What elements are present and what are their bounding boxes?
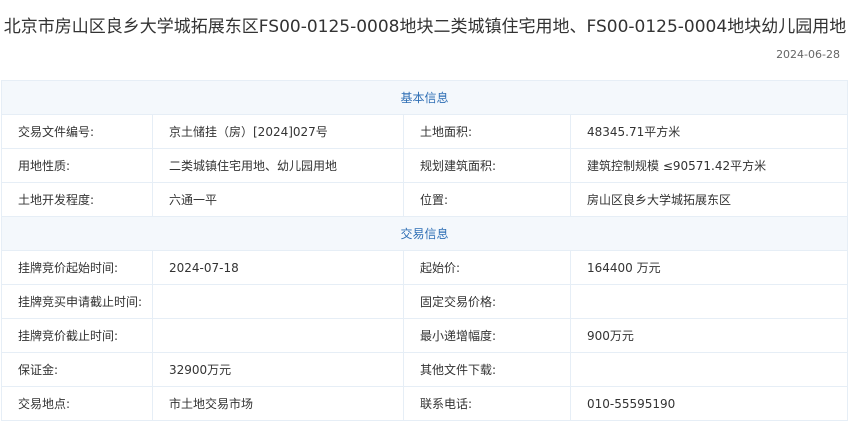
table-row: 交易文件编号: 京土储挂（房）[2024]027号 土地面积: 48345.71… bbox=[1, 114, 849, 149]
field-value: 48345.71平方米 bbox=[569, 114, 849, 149]
field-label: 其他文件下载: bbox=[403, 352, 571, 387]
field-value: 建筑控制规模 ≤90571.42平方米 bbox=[569, 148, 849, 183]
land-info-table: 基本信息 交易文件编号: 京土储挂（房）[2024]027号 土地面积: 483… bbox=[0, 80, 849, 421]
field-value: 32900万元 bbox=[152, 352, 404, 387]
field-value: 房山区良乡大学城拓展东区 bbox=[569, 182, 849, 217]
field-label: 挂牌竞价起始时间: bbox=[1, 250, 153, 285]
field-value: 900万元 bbox=[569, 318, 849, 353]
field-label: 联系电话: bbox=[403, 386, 571, 421]
field-label: 最小递增幅度: bbox=[403, 318, 571, 353]
field-label: 土地开发程度: bbox=[1, 182, 153, 217]
table-row: 挂牌竞买申请截止时间: 固定交易价格: bbox=[1, 284, 849, 319]
field-value: 二类城镇住宅用地、幼儿园用地 bbox=[152, 148, 404, 183]
field-value: 京土储挂（房）[2024]027号 bbox=[152, 114, 404, 149]
field-value: 六通一平 bbox=[152, 182, 404, 217]
field-value: 164400 万元 bbox=[569, 250, 849, 285]
field-value bbox=[152, 318, 404, 353]
publish-date: 2024-06-28 bbox=[776, 48, 840, 61]
field-label: 起始价: bbox=[403, 250, 571, 285]
field-label: 保证金: bbox=[1, 352, 153, 387]
field-label: 土地面积: bbox=[403, 114, 571, 149]
field-label: 交易文件编号: bbox=[1, 114, 153, 149]
field-label: 位置: bbox=[403, 182, 571, 217]
table-row: 用地性质: 二类城镇住宅用地、幼儿园用地 规划建筑面积: 建筑控制规模 ≤905… bbox=[1, 148, 849, 183]
section-title-trade: 交易信息 bbox=[0, 216, 849, 251]
field-value: 2024-07-18 bbox=[152, 250, 404, 285]
field-label: 挂牌竞买申请截止时间: bbox=[1, 284, 153, 319]
field-value: 市土地交易市场 bbox=[152, 386, 404, 421]
field-label: 交易地点: bbox=[1, 386, 153, 421]
section-header-basic: 基本信息 bbox=[0, 80, 849, 115]
field-label: 规划建筑面积: bbox=[403, 148, 571, 183]
section-title-basic: 基本信息 bbox=[0, 80, 849, 115]
table-row: 交易地点: 市土地交易市场 联系电话: 010-55595190 bbox=[1, 386, 849, 421]
field-value bbox=[569, 284, 849, 319]
table-row: 挂牌竞价截止时间: 最小递增幅度: 900万元 bbox=[1, 318, 849, 353]
field-label: 固定交易价格: bbox=[403, 284, 571, 319]
field-value bbox=[569, 352, 849, 387]
table-row: 保证金: 32900万元 其他文件下载: bbox=[1, 352, 849, 387]
section-header-trade: 交易信息 bbox=[0, 216, 849, 251]
field-value bbox=[152, 284, 404, 319]
page-title: 北京市房山区良乡大学城拓展东区FS00-0125-0008地块二类城镇住宅用地、… bbox=[3, 17, 847, 37]
field-label: 挂牌竞价截止时间: bbox=[1, 318, 153, 353]
field-label: 用地性质: bbox=[1, 148, 153, 183]
field-value: 010-55595190 bbox=[569, 386, 849, 421]
table-row: 挂牌竞价起始时间: 2024-07-18 起始价: 164400 万元 bbox=[1, 250, 849, 285]
table-row: 土地开发程度: 六通一平 位置: 房山区良乡大学城拓展东区 bbox=[1, 182, 849, 217]
